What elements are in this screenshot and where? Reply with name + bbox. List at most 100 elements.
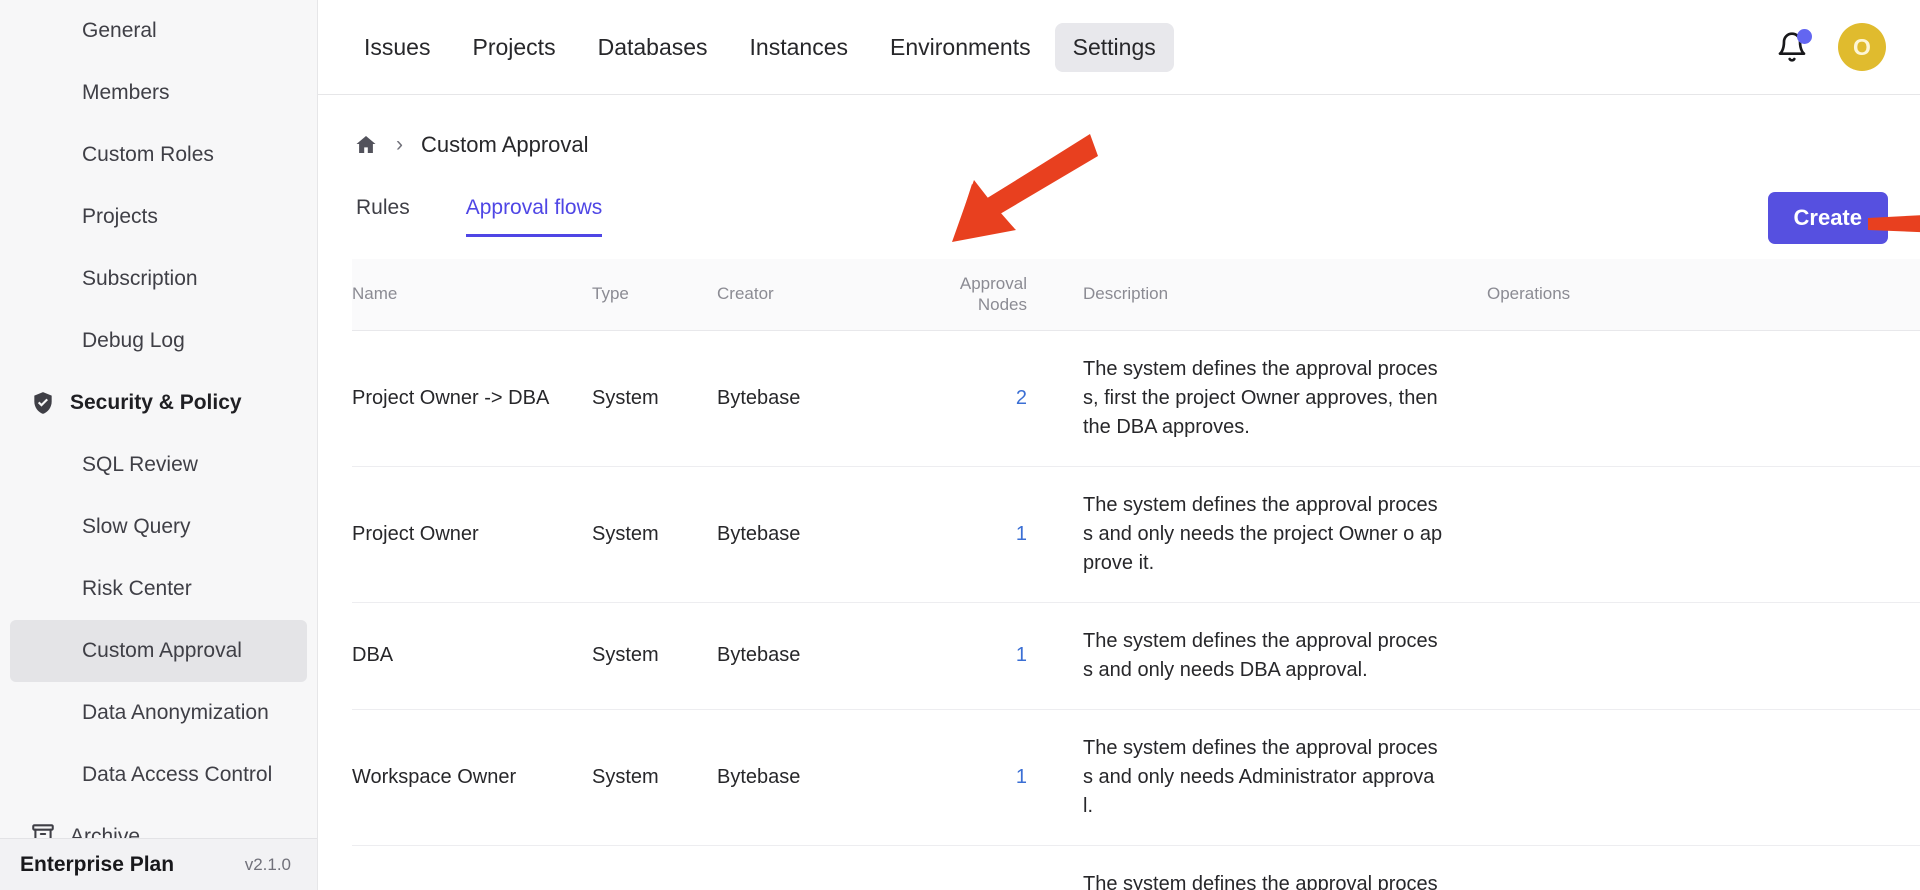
breadcrumb-current: Custom Approval <box>421 132 589 158</box>
cell-operations <box>1455 603 1920 709</box>
notification-badge-dot <box>1797 29 1812 44</box>
cell-description: The system defines the approval process,… <box>1047 331 1455 466</box>
cell-operations <box>1455 331 1920 466</box>
top-tab-issues[interactable]: Issues <box>346 23 448 72</box>
table-row[interactable]: DBASystemBytebase1The system defines the… <box>352 603 1920 710</box>
sidebar-item-label: Risk Center <box>82 577 192 601</box>
sidebar-item-data-access-control[interactable]: Data Access Control <box>10 744 307 806</box>
sidebar-item-general[interactable]: General <box>10 0 307 62</box>
avatar[interactable]: O <box>1838 23 1886 71</box>
cell-creator: Bytebase <box>717 846 942 890</box>
shield-check-icon-wrap <box>30 390 56 416</box>
cell-name-text: DBA <box>352 642 393 668</box>
page-tabs: Rules Approval flows <box>352 183 1888 237</box>
cell-operations <box>1455 710 1920 845</box>
table-header-row: Name Type Creator Approval Nodes Descrip… <box>352 259 1920 331</box>
breadcrumb-separator: › <box>396 133 403 157</box>
sidebar-item-label: Members <box>82 81 170 105</box>
cell-approval-nodes: 2 <box>942 331 1047 466</box>
top-nav-tabs: IssuesProjectsDatabasesInstancesEnvironm… <box>346 23 1174 72</box>
cell-name: Project Owner -> DBA <box>352 331 592 466</box>
sidebar-item-risk-center[interactable]: Risk Center <box>10 558 307 620</box>
cell-description-text: The system defines the approval process … <box>1083 734 1443 821</box>
column-header-approval-nodes: Approval Nodes <box>942 259 1047 330</box>
sidebar-item-members[interactable]: Members <box>10 62 307 124</box>
sidebar-item-label: General <box>82 19 157 43</box>
top-tab-instances[interactable]: Instances <box>732 23 866 72</box>
approval-nodes-link[interactable]: 2 <box>1016 387 1027 410</box>
column-header-description: Description <box>1047 259 1455 330</box>
sidebar-item-label: Subscription <box>82 267 198 291</box>
breadcrumb: › Custom Approval <box>352 117 1888 173</box>
cell-description: The system defines the approval process … <box>1047 603 1455 709</box>
column-header-approval-nodes-line2: Nodes <box>942 294 1027 315</box>
app-root: General Members Custom Roles Projects Subscr… <box>0 0 1920 890</box>
sidebar-item-label: Custom Approval <box>82 639 242 663</box>
cell-name: DBA <box>352 603 592 709</box>
top-right-controls: O <box>1776 23 1886 71</box>
main-area: IssuesProjectsDatabasesInstancesEnvironm… <box>318 0 1920 890</box>
approval-nodes-link[interactable]: 1 <box>1016 644 1027 667</box>
sidebar-item-custom-approval[interactable]: Custom Approval <box>10 620 307 682</box>
cell-type: System <box>592 467 717 602</box>
page-tab-approval-flows[interactable]: Approval flows <box>466 196 603 237</box>
page-tab-rules[interactable]: Rules <box>356 196 410 237</box>
column-header-name: Name <box>352 259 592 330</box>
notifications-button[interactable] <box>1776 30 1808 64</box>
cell-approval-nodes: 3 <box>942 846 1047 890</box>
sidebar-item-label: Security & Policy <box>70 391 242 415</box>
plan-version: v2.1.0 <box>245 855 291 875</box>
table-row[interactable]: Project OwnerSystemBytebase1The system d… <box>352 467 1920 603</box>
cell-name-text: Project Owner -> DBA <box>352 385 549 411</box>
sidebar-nav-list: General Members Custom Roles Projects Subscr… <box>0 0 317 868</box>
table-row[interactable]: Project Owner -> DBASystemBytebase2The s… <box>352 331 1920 467</box>
top-tab-databases[interactable]: Databases <box>580 23 726 72</box>
column-header-approval-nodes-line1: Approval <box>942 273 1027 294</box>
sidebar-item-security-policy[interactable]: Security & Policy <box>10 372 307 434</box>
top-navigation-bar: IssuesProjectsDatabasesInstancesEnvironm… <box>318 0 1920 95</box>
cell-approval-nodes: 1 <box>942 603 1047 709</box>
cell-name: Project Owner -> DBA -> Workspace Owner <box>352 846 592 890</box>
sidebar-item-label: SQL Review <box>82 453 198 477</box>
cell-operations <box>1455 846 1920 890</box>
approval-nodes-link[interactable]: 1 <box>1016 523 1027 546</box>
sidebar-item-projects[interactable]: Projects <box>10 186 307 248</box>
cell-approval-nodes: 1 <box>942 710 1047 845</box>
approval-nodes-link[interactable]: 1 <box>1016 766 1027 789</box>
page-content: › Custom Approval Rules Approval flows Na… <box>318 117 1920 890</box>
cell-creator: Bytebase <box>717 331 942 466</box>
cell-description-text: The system defines the approval process … <box>1083 627 1443 685</box>
sidebar-item-data-anonymization[interactable]: Data Anonymization <box>10 682 307 744</box>
cell-description-text: The system defines the approval process … <box>1083 491 1443 578</box>
cell-description: The system defines the approval process … <box>1047 710 1455 845</box>
top-tab-environments[interactable]: Environments <box>872 23 1049 72</box>
top-tab-settings[interactable]: Settings <box>1055 23 1174 72</box>
cell-approval-nodes: 1 <box>942 467 1047 602</box>
sidebar-item-label: Data Anonymization <box>82 701 269 725</box>
sidebar-item-debug-log[interactable]: Debug Log <box>10 310 307 372</box>
sidebar-item-subscription[interactable]: Subscription <box>10 248 307 310</box>
sidebar-item-sql-review[interactable]: SQL Review <box>10 434 307 496</box>
column-header-type: Type <box>592 259 717 330</box>
cell-creator: Bytebase <box>717 710 942 845</box>
column-header-operations: Operations <box>1455 259 1920 330</box>
cell-name: Project Owner <box>352 467 592 602</box>
create-button[interactable]: Create <box>1768 192 1888 244</box>
cell-type: System <box>592 846 717 890</box>
cell-description-text: The system defines the approval process,… <box>1083 355 1443 442</box>
cell-description-text: The system defines the approval process,… <box>1083 870 1443 890</box>
approval-flows-table: Name Type Creator Approval Nodes Descrip… <box>352 259 1920 890</box>
table-body: Project Owner -> DBASystemBytebase2The s… <box>352 331 1920 890</box>
sidebar-item-custom-roles[interactable]: Custom Roles <box>10 124 307 186</box>
table-header: Name Type Creator Approval Nodes Descrip… <box>352 259 1920 331</box>
table-row[interactable]: Workspace OwnerSystemBytebase1The system… <box>352 710 1920 846</box>
top-tab-projects[interactable]: Projects <box>454 23 573 72</box>
sidebar-plan-bar[interactable]: Enterprise Plan v2.1.0 <box>0 838 317 890</box>
sidebar-item-slow-query[interactable]: Slow Query <box>10 496 307 558</box>
home-icon[interactable] <box>354 133 378 157</box>
cell-description: The system defines the approval process,… <box>1047 846 1455 890</box>
plan-name: Enterprise Plan <box>20 853 174 877</box>
table-row[interactable]: Project Owner -> DBA -> Workspace OwnerS… <box>352 846 1920 890</box>
sidebar-item-label: Projects <box>82 205 158 229</box>
cell-creator: Bytebase <box>717 603 942 709</box>
